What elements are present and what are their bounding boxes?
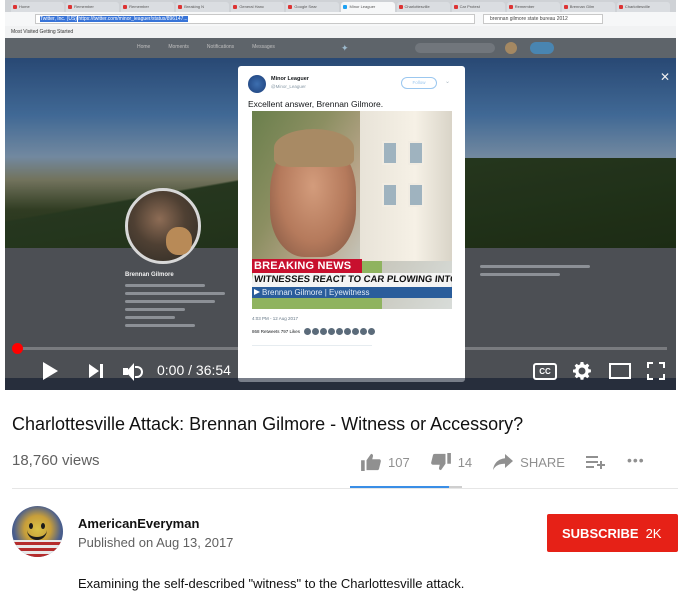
tweet-video-still: BREAKING NEWS WITNESSES REACT TO CAR PLO… (252, 111, 452, 309)
profile-bio-lines (125, 284, 225, 332)
building-window (382, 183, 398, 207)
liker-avatars (304, 328, 376, 335)
profile-photo (125, 188, 201, 264)
time-display: 0:00 / 36:54 (157, 362, 231, 378)
browser-tab: Charlottesville (616, 2, 670, 12)
channel-avatar[interactable] (12, 506, 63, 557)
play-icon[interactable] (43, 362, 58, 380)
tweet-stats-text: 868 Retweets 797 Likes (252, 329, 301, 334)
browser-tab: Charlottesville (396, 2, 450, 12)
fullscreen-icon[interactable] (647, 362, 665, 380)
browser-tab-active: Minor Leaguer (341, 2, 395, 12)
building-window (408, 183, 424, 207)
browser-tab: Remember (506, 2, 560, 12)
video-title: Charlottesville Attack: Brennan Gilmore … (12, 414, 524, 434)
share-icon (493, 454, 514, 470)
thumbs-down-icon (430, 453, 451, 471)
breaking-news-label: BREAKING NEWS (252, 259, 362, 273)
tweet-author-name: Minor Leaguer (271, 76, 309, 82)
tweet-timestamp: 4:03 PM - 12 Aug 2017 (252, 316, 299, 321)
browser-tab: Car Protest (451, 2, 505, 12)
subscriber-count: 2K (645, 525, 662, 541)
tweet-stats: 868 Retweets 797 Likes (252, 328, 376, 335)
browser-tab: Breaking N (176, 2, 230, 12)
thumbs-up-icon (361, 453, 381, 471)
follow-button: Follow (401, 77, 437, 89)
share-button[interactable]: SHARE (492, 453, 565, 471)
dog-in-photo (166, 227, 192, 255)
hair (274, 129, 354, 167)
close-icon: ✕ (660, 70, 671, 84)
browser-chrome: Home Remember Remember Breaking N Genera… (5, 0, 676, 38)
next-icon[interactable] (89, 364, 105, 378)
browser-search-box: brennan gilmore state bureau 2012 (483, 14, 603, 24)
tweet-modal: Minor Leaguer @Minor_Leaguer Follow ⌄ Ex… (238, 66, 465, 382)
add-to-playlist-button[interactable] (585, 453, 607, 471)
browser-tab-strip: Home Remember Remember Breaking N Genera… (5, 0, 676, 12)
theater-mode-icon[interactable] (609, 363, 631, 379)
volume-icon[interactable] (123, 362, 149, 382)
tweet-author-avatar (248, 75, 266, 93)
browser-tab: Google Sear (286, 2, 340, 12)
progress-bar[interactable] (12, 343, 667, 354)
address-protocol: Twitter, Inc. (US) (40, 16, 77, 22)
publish-date: Published on Aug 13, 2017 (78, 535, 234, 550)
sidebar-lines (480, 265, 610, 281)
like-count: 107 (388, 454, 410, 470)
address-bar: Twitter, Inc. (US) https://twitter.com/m… (35, 14, 475, 24)
dislike-button[interactable]: 14 (430, 453, 472, 471)
divider (12, 488, 678, 489)
news-lower-third: Brennan Gilmore | Eyewitness (252, 287, 452, 298)
browser-tab: Remember (66, 2, 120, 12)
address-url: https://twitter.com/minor_leaguer/status… (78, 16, 188, 22)
building-background (360, 111, 452, 261)
bookmarks-bar: Most Visited Getting Started (5, 26, 676, 38)
video-actions: 107 14 SHARE ••• (360, 452, 665, 472)
chevron-down-icon: ⌄ (445, 79, 451, 85)
share-label: SHARE (520, 454, 565, 470)
more-icon: ••• (626, 452, 645, 468)
tweet-author-handle: @Minor_Leaguer (271, 84, 306, 89)
subscribe-label: SUBSCRIBE (562, 525, 639, 541)
building-window (382, 141, 398, 165)
browser-tab: Home (11, 2, 65, 12)
dislike-count: 14 (457, 454, 473, 470)
video-description: Examining the self-described "witness" t… (78, 576, 465, 591)
tweet-text: Excellent answer, Brennan Gilmore. (248, 99, 384, 109)
profile-name: Brennan Gilmore (125, 272, 174, 278)
like-button[interactable]: 107 (360, 453, 410, 471)
more-button[interactable]: ••• (627, 453, 645, 471)
gear-icon[interactable] (572, 361, 592, 381)
browser-tab: General Hanc (231, 2, 285, 12)
browser-tab: Remember (121, 2, 175, 12)
scrubber-handle[interactable] (12, 343, 23, 354)
channel-name[interactable]: AmericanEveryman (78, 516, 199, 531)
captions-icon[interactable]: CC (533, 363, 557, 380)
video-player[interactable]: Home Remember Remember Breaking N Genera… (5, 0, 676, 390)
view-count: 18,760 views (12, 452, 100, 469)
add-to-playlist-icon (585, 456, 605, 469)
browser-tab: Brennan Gilm (561, 2, 615, 12)
browser-toolbar: Twitter, Inc. (US) https://twitter.com/m… (5, 12, 676, 26)
building-window (408, 141, 424, 165)
news-headline: WITNESSES REACT TO CAR PLOWING INTO CR (252, 273, 452, 287)
subscribe-button[interactable]: SUBSCRIBE 2K (547, 514, 678, 552)
